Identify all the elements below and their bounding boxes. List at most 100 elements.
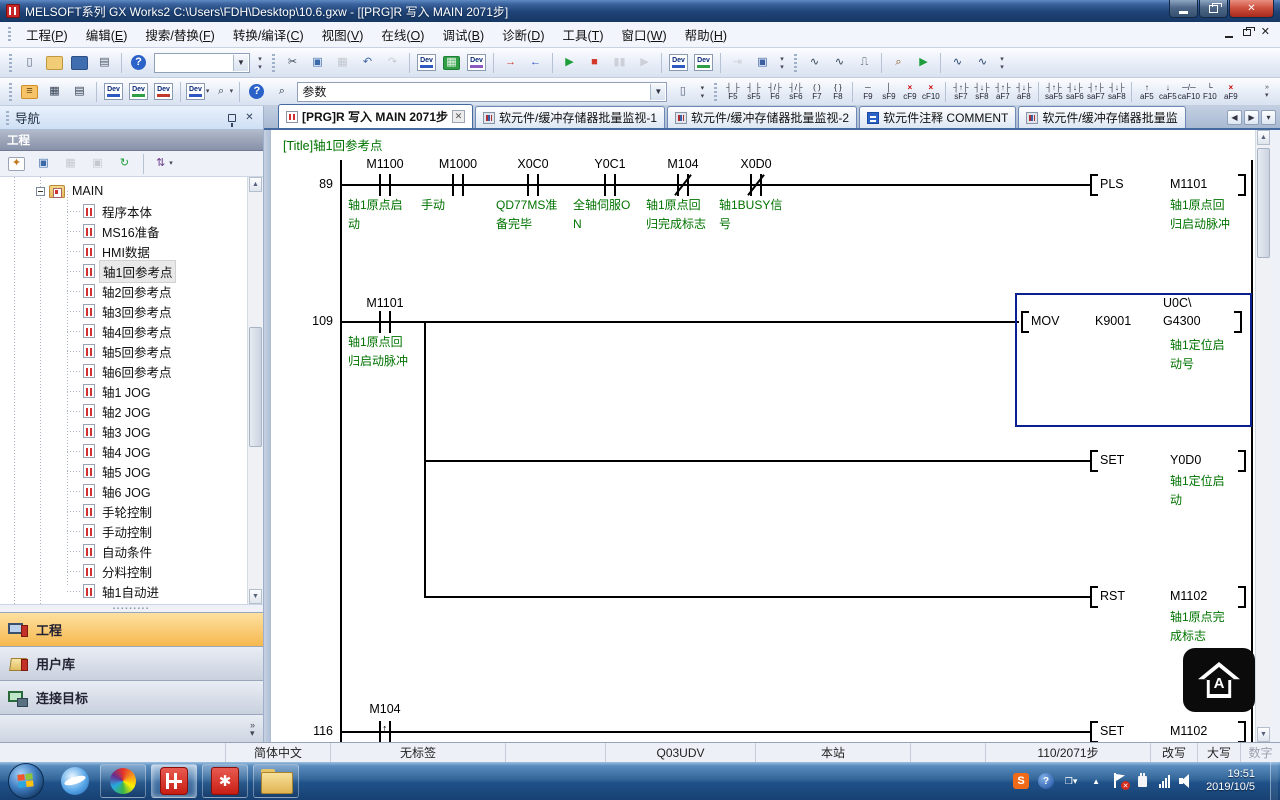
menu-窗口[interactable]: 窗口(W)	[612, 21, 675, 48]
help2-icon[interactable]: ?	[245, 80, 268, 103]
transfer-read-icon[interactable]: ←	[524, 51, 547, 74]
toolbar-overflow-icon[interactable]: »▾	[1260, 84, 1274, 99]
ladder-symbol-cF10[interactable]: ×cF10	[920, 80, 941, 104]
tab-list-icon[interactable]: ▾	[1261, 110, 1276, 125]
collapse-icon[interactable]	[36, 187, 45, 196]
menu-工程[interactable]: 工程(P)	[17, 21, 77, 48]
contact-M1100[interactable]	[374, 174, 396, 196]
device-display-format-icon[interactable]: Dev▾	[186, 80, 209, 103]
tab-4[interactable]: 软元件注释 COMMENT	[859, 106, 1016, 128]
ladder-symbol-aF9[interactable]: ×aF9	[1220, 80, 1241, 104]
close-button[interactable]: ✕	[1229, 0, 1274, 18]
scan-time-icon[interactable]: ⌕	[887, 51, 910, 74]
editor-scrollbar[interactable]: ▲ ▼	[1255, 130, 1271, 742]
tree-item-HMI数据[interactable]: HMI数据	[0, 241, 247, 261]
tree-item-轴5回参考点[interactable]: 轴5回参考点	[0, 341, 247, 361]
menu-工具[interactable]: 工具(T)	[554, 21, 613, 48]
exec-monitor-icon[interactable]: ▶	[912, 51, 935, 74]
contact-X0C0[interactable]	[522, 174, 544, 196]
tree-root-main[interactable]: MAIN	[0, 181, 247, 201]
ladder-symbol-caF5[interactable]: ↓caF5	[1157, 80, 1178, 104]
instruction-rst[interactable]: RST	[1100, 589, 1125, 603]
action-center-flag-icon[interactable]: ✕	[1113, 773, 1127, 789]
file-explorer-icon[interactable]	[253, 764, 299, 798]
ladder-symbol-F10[interactable]: └F10	[1199, 80, 1220, 104]
refresh-icon[interactable]: ↻	[113, 153, 136, 174]
logic-analyzer-icon[interactable]: ∿	[946, 51, 969, 74]
ladder-symbol-sF8[interactable]: ┤↓├sF8	[971, 80, 992, 104]
pin-icon[interactable]	[224, 110, 239, 125]
tab-scroll-left-icon[interactable]: ◀	[1227, 110, 1242, 125]
contact-X0D0[interactable]	[745, 174, 767, 196]
ladder-symbol-F6[interactable]: ┤/├F6	[764, 80, 785, 104]
monitor-write-icon[interactable]: ▶	[633, 51, 656, 74]
device-X0D0[interactable]: X0D0	[711, 157, 801, 171]
device-display-green-icon[interactable]: Dev	[692, 51, 715, 74]
device-memory-icon[interactable]: Dev	[127, 80, 150, 103]
ladder-symbol-sF5[interactable]: ┤ ├sF5	[743, 80, 764, 104]
ladder-editor[interactable]: [Title]轴1回参考点 89 M1100轴1原点启动M1000手动X0C0Q…	[271, 130, 1255, 742]
module-config-icon[interactable]: ▦	[43, 80, 66, 103]
device-comment-icon[interactable]: Dev	[102, 80, 125, 103]
tree-item-轴4 JOG[interactable]: 轴4 JOG	[0, 441, 247, 461]
navigation-toggle-icon[interactable]: ≡	[18, 80, 41, 103]
copy-icon[interactable]: ▣	[306, 51, 329, 74]
pane-splitter[interactable]	[264, 130, 271, 742]
tree-item-程序本体[interactable]: 程序本体	[0, 201, 247, 221]
taskbar-clock[interactable]: 19:51 2019/10/5	[1206, 768, 1255, 794]
new-item-icon[interactable]: ✦	[5, 153, 28, 174]
print-icon[interactable]: ▤	[93, 51, 116, 74]
copy-item-icon[interactable]: ▣	[32, 153, 55, 174]
read-from-plc-icon[interactable]: ▦	[440, 51, 463, 74]
hardware-plug-icon[interactable]	[1136, 773, 1150, 789]
panel-connection-destination[interactable]: 连接目标	[0, 680, 263, 714]
verify-with-plc-icon[interactable]: Dev	[465, 51, 488, 74]
paste-icon[interactable]: ▦	[331, 51, 354, 74]
device-batch-icon[interactable]: Dev	[152, 80, 175, 103]
menu-视图[interactable]: 视图(V)	[313, 21, 373, 48]
editor-scroll-thumb[interactable]	[1257, 148, 1270, 258]
sampling-trace-2-icon[interactable]: ∿	[828, 51, 851, 74]
plc-tools-icon[interactable]: ✱	[202, 764, 248, 798]
instruction-set-2[interactable]: SET	[1100, 724, 1124, 738]
menu-在线[interactable]: 在线(O)	[372, 21, 433, 48]
tree-item-自动条件[interactable]: 自动条件	[0, 541, 247, 561]
operand-m1101[interactable]: M1101	[1170, 177, 1207, 191]
operand-k9001[interactable]: K9001	[1095, 314, 1131, 328]
ladder-symbol-F8[interactable]: { }F8	[827, 80, 848, 104]
editor-scroll-up-icon[interactable]: ▲	[1257, 130, 1270, 145]
tree-item-轴1回参考点[interactable]: 轴1回参考点	[0, 261, 247, 281]
overflow-icon[interactable]: ▾▾	[775, 55, 789, 71]
editor-scroll-down-icon[interactable]: ▼	[1257, 727, 1270, 742]
operand-g4300[interactable]: G4300	[1163, 314, 1201, 328]
tab-close-icon[interactable]: ✕	[452, 110, 465, 123]
ladder-symbol-saF7[interactable]: ┤↑├saF7	[1085, 80, 1106, 104]
gx-works2-taskbar-icon[interactable]	[151, 764, 197, 798]
contact-m104-pulse[interactable]	[374, 721, 396, 742]
overflow-icon[interactable]: ▾▾	[995, 55, 1009, 71]
volume-icon[interactable]	[1179, 774, 1195, 788]
contact-Y0C1[interactable]	[599, 174, 621, 196]
duplicate-item-icon[interactable]: ▣	[86, 153, 109, 174]
tree-item-轴3 JOG[interactable]: 轴3 JOG	[0, 421, 247, 441]
device-find-icon[interactable]: ⌕▾	[211, 80, 234, 103]
device-display-blue-icon[interactable]: Dev	[667, 51, 690, 74]
redo-icon[interactable]: ↷	[381, 51, 404, 74]
menu-搜索/替换[interactable]: 搜索/替换(F)	[136, 21, 223, 48]
show-desktop-button[interactable]	[1270, 762, 1278, 800]
tab-scroll-right-icon[interactable]: ▶	[1244, 110, 1259, 125]
monitor-start-icon[interactable]: ▶	[558, 51, 581, 74]
minimize-button[interactable]	[1169, 0, 1198, 18]
pinwheel-browser-icon[interactable]	[100, 764, 146, 798]
tree-item-轴2 JOG[interactable]: 轴2 JOG	[0, 401, 247, 421]
language-bar-icon[interactable]: ❒▾	[1063, 773, 1079, 789]
sogou-input-icon[interactable]: S	[1013, 773, 1029, 789]
undo-icon[interactable]: ↶	[356, 51, 379, 74]
timing-chart-icon[interactable]: ⎍	[853, 51, 876, 74]
tree-item-轴6 JOG[interactable]: 轴6 JOG	[0, 481, 247, 501]
new-file-icon[interactable]: ▯	[18, 51, 41, 74]
show-hidden-icons[interactable]: ▲	[1088, 773, 1104, 789]
scroll-up-icon[interactable]: ▲	[249, 177, 262, 192]
tab-3[interactable]: 软元件/缓冲存储器批量监视-2	[667, 106, 857, 128]
ladder-symbol-cF9[interactable]: ×cF9	[899, 80, 920, 104]
